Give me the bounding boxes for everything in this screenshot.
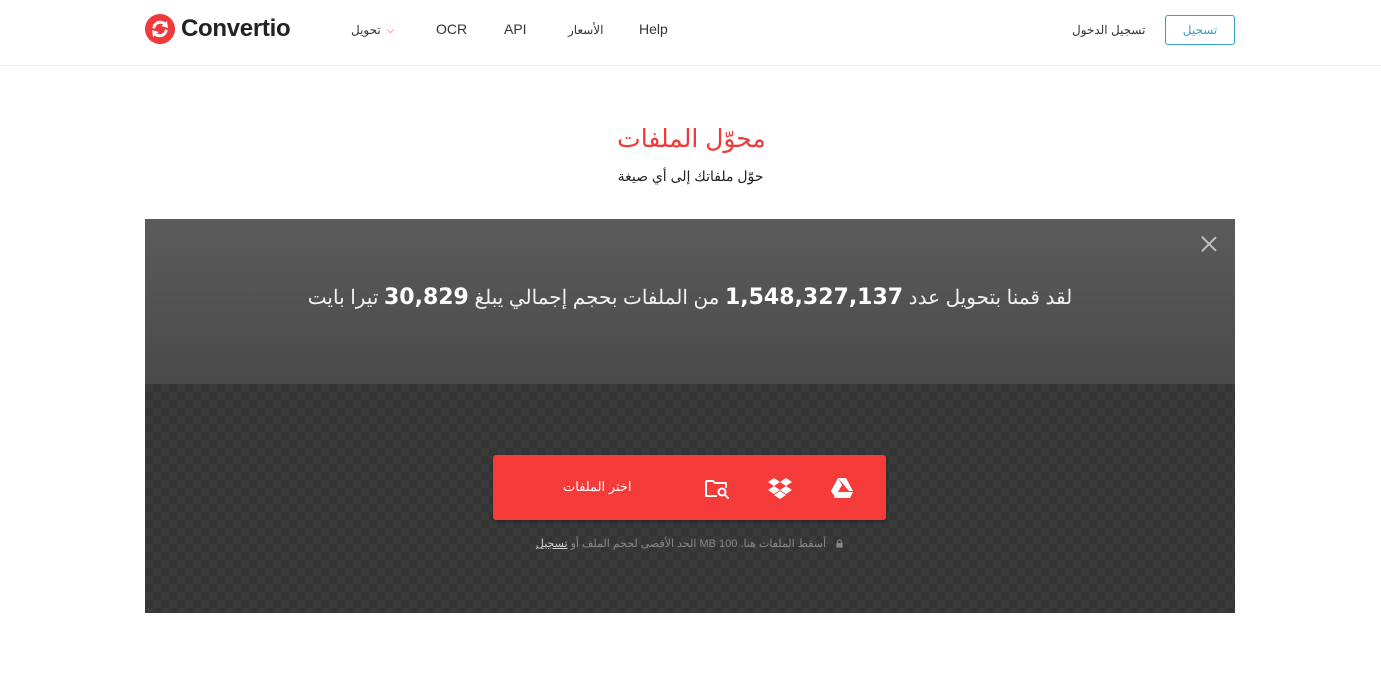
nav-prices[interactable]: الأسعار — [568, 23, 603, 37]
choose-files-bar: اختر الملفات — [493, 455, 886, 520]
stats-files-count: 1,548,327,137 — [724, 285, 904, 310]
nav-api[interactable]: API — [504, 21, 527, 37]
choose-files-button[interactable]: اختر الملفات — [563, 479, 632, 495]
close-icon[interactable] — [1200, 235, 1218, 253]
google-drive-icon[interactable] — [828, 474, 856, 502]
top-header: Convertio تحويل ⌵ OCR API الأسعار Help تس… — [0, 0, 1381, 66]
chevron-down-icon: ⌵ — [386, 25, 395, 36]
limit-prefix: الحد الأقصى لحجم الملف أو — [570, 538, 697, 550]
stats-banner: لقد قمنا بتحويل عدد 1,548,327,137 من الم… — [145, 219, 1235, 384]
nav-ocr[interactable]: OCR — [436, 21, 467, 37]
nav-convert[interactable]: تحويل ⌵ — [351, 23, 394, 37]
stats-total-size: 30,829 — [383, 285, 469, 310]
lock-icon — [836, 539, 843, 548]
stats-middle: من الملفات بحجم إجمالي يبلغ — [474, 287, 720, 309]
folder-search-icon[interactable] — [703, 474, 731, 502]
limit-signup-link[interactable]: تسجيل — [536, 538, 568, 550]
conversion-stats: لقد قمنا بتحويل عدد 1,548,327,137 من الم… — [145, 285, 1235, 310]
converter-panel: لقد قمنا بتحويل عدد 1,548,327,137 من الم… — [145, 219, 1235, 613]
file-size-limit-note: الحد الأقصى لحجم الملف أو تسجيل MB أسقط … — [145, 537, 1235, 550]
limit-suffix: MB أسقط الملفات هنا. 100 — [699, 538, 827, 550]
page-title: محوّل الملفات — [617, 125, 766, 153]
page-subtitle: حوّل ملفاتك إلى أي صيغة — [617, 168, 764, 184]
stats-prefix: لقد قمنا بتحويل عدد — [908, 287, 1073, 309]
stats-suffix: تيرا بايت — [307, 287, 379, 309]
nav-convert-label: تحويل — [351, 23, 381, 37]
hero-title-wrap: محوّل الملفات — [0, 124, 1381, 154]
login-link[interactable]: تسجيل الدخول — [1072, 23, 1145, 37]
dropbox-icon[interactable] — [766, 474, 794, 502]
nav-help[interactable]: Help — [639, 21, 668, 37]
signup-button[interactable]: تسجيل — [1165, 15, 1235, 45]
